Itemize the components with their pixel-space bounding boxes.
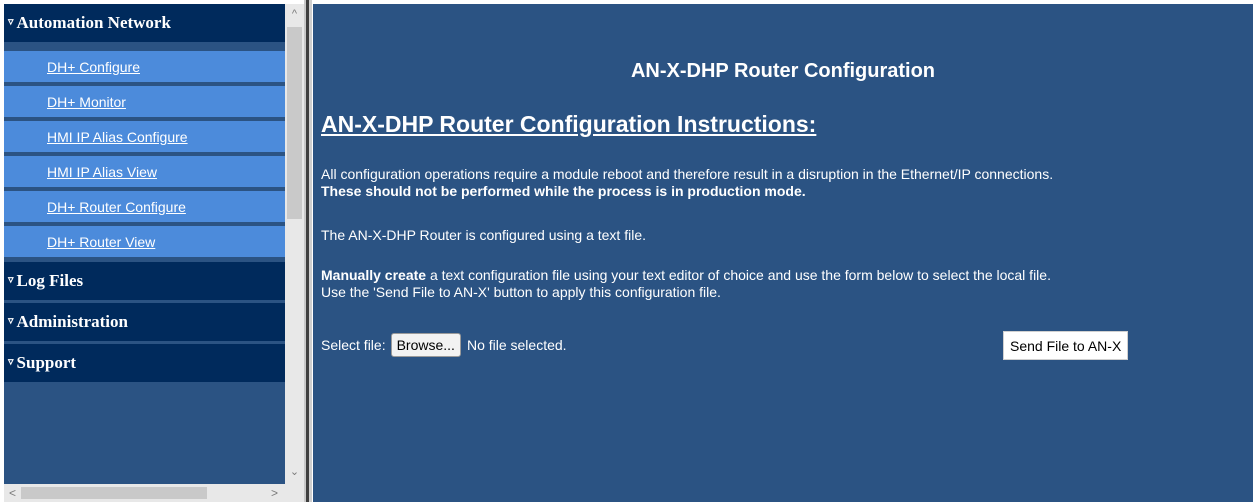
sidebar-item-dh-router-view[interactable]: DH+ Router View [4,226,285,257]
section-label: Support [16,353,77,372]
create-file-text: a text configuration file using your tex… [426,267,1051,283]
reboot-warning-text: All configuration operations require a m… [321,166,1054,182]
expand-triangle-icon: ▿ [8,314,14,327]
frame-divider-highlight [309,0,312,502]
instructions-paragraph-3: Manually create a text configuration fil… [321,267,1241,301]
production-warning-text: These should not be performed while the … [321,183,806,199]
horizontal-scrollbar[interactable]: < > [4,484,285,502]
navigation-frame: ▿ Automation Network DH+ Configure DH+ M… [4,4,304,502]
sidebar-item-label: DH+ Configure [47,58,140,75]
scroll-right-arrow-icon[interactable]: > [266,484,283,502]
instructions-paragraph-1: All configuration operations require a m… [321,166,1241,200]
sidebar-item-dh-configure[interactable]: DH+ Configure [4,51,285,82]
section-support[interactable]: ▿ Support [4,344,285,382]
scroll-down-arrow-icon[interactable]: ⌄ [285,462,304,481]
instructions-heading: AN-X-DHP Router Configuration Instructio… [321,111,817,137]
section-label: Administration [16,312,128,331]
section-log-files[interactable]: ▿ Log Files [4,262,285,300]
section-label: Log Files [16,271,84,290]
expand-triangle-icon: ▿ [8,273,14,286]
send-file-button[interactable]: Send File to AN-X [1003,331,1129,360]
browse-button[interactable]: Browse... [390,333,461,357]
expand-triangle-icon: ▿ [8,355,14,368]
section-administration[interactable]: ▿ Administration [4,303,285,341]
page-title: AN-X-DHP Router Configuration [630,60,936,82]
sidebar-item-dh-monitor[interactable]: DH+ Monitor [4,86,285,117]
sidebar-item-label: HMI IP Alias View [47,163,157,180]
section-automation-network[interactable]: ▿ Automation Network [4,4,285,42]
scroll-up-arrow-icon[interactable]: ^ [285,4,304,23]
sidebar-item-label: DH+ Router View [47,233,156,250]
scrollbar-corner [285,484,304,502]
navigation-menu: ▿ Automation Network DH+ Configure DH+ M… [4,4,285,484]
file-select-row: Select file: Browse... No file selected. [321,331,567,359]
scroll-left-arrow-icon[interactable]: < [4,484,21,502]
sidebar-item-label: HMI IP Alias Configure [47,128,188,145]
vertical-scrollbar[interactable]: ^ ⌄ [285,4,304,484]
sidebar-item-hmi-ip-alias-configure[interactable]: HMI IP Alias Configure [4,121,285,152]
vertical-scroll-thumb[interactable] [287,27,302,219]
sidebar-item-hmi-ip-alias-view[interactable]: HMI IP Alias View [4,156,285,187]
horizontal-scroll-thumb[interactable] [21,487,207,499]
sidebar-item-label: DH+ Monitor [47,93,126,110]
no-file-selected-text: No file selected. [466,337,567,353]
manually-create-text: Manually create [321,267,427,283]
send-file-hint-text: Use the 'Send File to AN-X' button to ap… [321,284,721,300]
main-content: AN-X-DHP Router Configuration AN-X-DHP R… [313,4,1253,502]
sidebar-item-dh-router-configure[interactable]: DH+ Router Configure [4,191,285,222]
section-label: Automation Network [16,13,171,32]
expand-triangle-icon: ▿ [8,15,14,28]
instructions-paragraph-2: The AN-X-DHP Router is configured using … [321,227,647,243]
select-file-label: Select file: [321,337,386,353]
sidebar-item-label: DH+ Router Configure [47,198,186,215]
